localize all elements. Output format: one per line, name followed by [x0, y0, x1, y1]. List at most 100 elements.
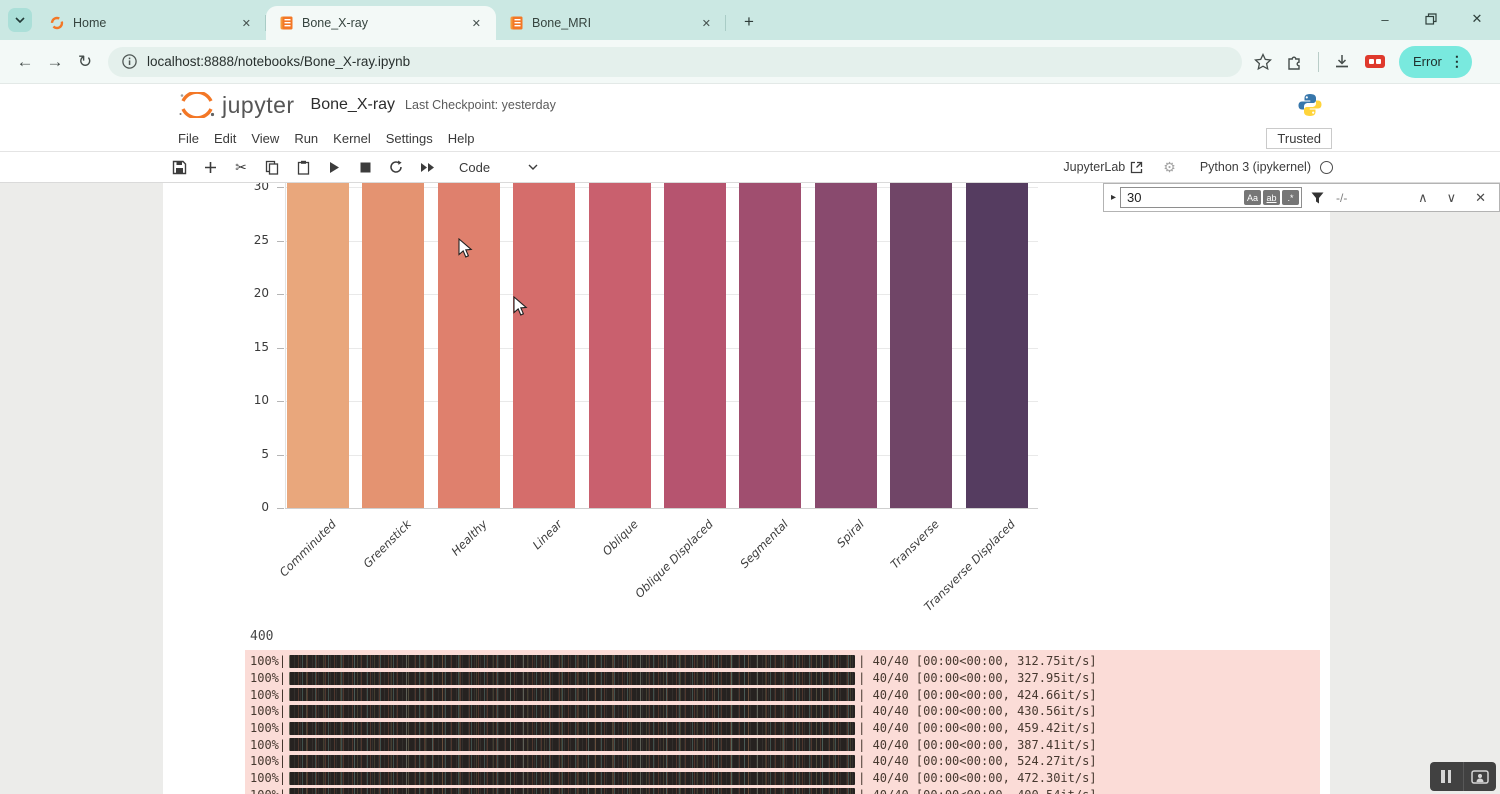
y-tick-label: 5: [229, 447, 269, 461]
bar: [589, 183, 651, 508]
kernel-name[interactable]: Python 3 (ipykernel): [1200, 160, 1311, 174]
progress-detail: | 40/40 [00:00<00:00, 312.75it/s]: [858, 654, 1096, 668]
save-button[interactable]: [170, 158, 188, 176]
menu-run[interactable]: Run: [294, 131, 318, 146]
x-tick-label: Transverse Displaced: [887, 517, 1017, 647]
whole-word-button[interactable]: ab: [1263, 190, 1280, 205]
x-tick-label: Oblique: [510, 517, 640, 647]
forward-button[interactable]: →: [40, 52, 70, 72]
progress-row: 100%|| 40/40 [00:00<00:00, 524.27it/s]: [245, 753, 1320, 770]
trusted-badge[interactable]: Trusted: [1266, 128, 1332, 149]
extension-badge-icon[interactable]: [1365, 55, 1385, 68]
regex-button[interactable]: .*: [1282, 190, 1299, 205]
progress-percent: 100%|: [250, 771, 286, 785]
bar: [287, 183, 349, 508]
tab-close-icon[interactable]: ✕: [467, 15, 486, 32]
mouse-cursor: [513, 296, 528, 317]
restore-button[interactable]: [1408, 0, 1454, 38]
bar: [362, 183, 424, 508]
progress-row: 100%|| 40/40 [00:00<00:00, 327.95it/s]: [245, 670, 1320, 687]
search-box: Aa ab .*: [1120, 187, 1302, 208]
browser-address-bar: ← → ↻ localhost:8888/notebooks/Bone_X-ra…: [0, 40, 1500, 84]
copy-cell-button[interactable]: [263, 158, 281, 176]
window-controls: – ✕: [1362, 0, 1500, 38]
restart-kernel-button[interactable]: [387, 158, 405, 176]
run-all-button[interactable]: [418, 158, 436, 176]
tab-search-button[interactable]: [8, 8, 32, 32]
checkpoint-text: Last Checkpoint: yesterday: [405, 98, 556, 112]
bar: [966, 183, 1028, 508]
x-tick-label: Linear: [435, 517, 565, 647]
paste-cell-button[interactable]: [294, 158, 312, 176]
y-tick-label: 20: [229, 286, 269, 300]
menu-view[interactable]: View: [251, 131, 279, 146]
menu-file[interactable]: File: [178, 131, 199, 146]
tab-bone-xray[interactable]: Bone_X-ray ✕: [266, 6, 496, 40]
reload-button[interactable]: ↻: [70, 52, 100, 72]
menu-help[interactable]: Help: [448, 131, 475, 146]
menu-edit[interactable]: Edit: [214, 131, 236, 146]
chart-output: 051015202530 ComminutedGreenstickHealthy…: [163, 183, 1330, 633]
jupyter-logo-icon: [178, 92, 216, 118]
progress-bar: [289, 788, 855, 794]
progress-bar: [289, 655, 855, 668]
progress-bar: [289, 738, 855, 751]
progress-percent: 100%|: [250, 754, 286, 768]
tab-home[interactable]: Home ✕: [36, 6, 266, 40]
copy-icon: [265, 160, 279, 175]
filter-icon[interactable]: [1311, 192, 1324, 204]
progress-percent: 100%|: [250, 671, 286, 685]
notebook-content-area[interactable]: 051015202530 ComminutedGreenstickHealthy…: [0, 183, 1500, 794]
new-tab-button[interactable]: +: [736, 9, 762, 35]
pause-button[interactable]: [1430, 762, 1464, 791]
next-match-button[interactable]: ∨: [1447, 190, 1457, 206]
notebook-title[interactable]: Bone_X-ray: [311, 96, 396, 114]
jupyterlab-link[interactable]: JupyterLab: [1063, 160, 1125, 174]
plot-area: [285, 183, 1038, 508]
previous-match-button[interactable]: ∧: [1418, 190, 1428, 206]
close-search-button[interactable]: ✕: [1475, 190, 1486, 206]
match-case-button[interactable]: Aa: [1244, 190, 1261, 205]
expand-caret-icon[interactable]: ▸: [1111, 192, 1116, 203]
gear-icon[interactable]: ⚙: [1163, 159, 1176, 176]
bar: [890, 183, 952, 508]
back-button[interactable]: ←: [10, 52, 40, 72]
chevron-down-icon: [15, 17, 25, 23]
paste-icon: [297, 160, 310, 175]
progress-bar: [289, 755, 855, 768]
progress-percent: 100%|: [250, 688, 286, 702]
y-tick-label: 25: [229, 233, 269, 247]
notebook-icon: [280, 16, 293, 30]
cut-cell-button[interactable]: ✂: [232, 158, 250, 176]
run-cell-button[interactable]: [325, 158, 343, 176]
close-window-button[interactable]: ✕: [1454, 0, 1500, 38]
download-icon[interactable]: [1333, 53, 1351, 71]
jupyter-menu-bar: File Edit View Run Kernel Settings Help Trusted: [0, 126, 1500, 152]
minimize-button[interactable]: –: [1362, 0, 1408, 38]
menu-settings[interactable]: Settings: [386, 131, 433, 146]
url-text: localhost:8888/notebooks/Bone_X-ray.ipyn…: [147, 54, 410, 69]
add-cell-button[interactable]: [201, 158, 219, 176]
restore-icon: [1425, 13, 1437, 25]
site-info-icon[interactable]: [122, 54, 137, 69]
x-tick-label: Segmental: [661, 517, 791, 647]
stop-kernel-button[interactable]: [356, 158, 374, 176]
tab-close-icon[interactable]: ✕: [237, 15, 256, 32]
browser-error-menu-button[interactable]: Error ⋮: [1399, 46, 1472, 78]
tab-bone-mri[interactable]: Bone_MRI ✕: [496, 6, 726, 40]
bookmark-star-icon[interactable]: [1254, 53, 1272, 71]
progress-row: 100%|| 40/40 [00:00<00:00, 430.56it/s]: [245, 703, 1320, 720]
cell-type-select[interactable]: Code: [459, 160, 538, 175]
x-axis-line: [285, 508, 1038, 509]
x-tick-label: Healthy: [360, 517, 490, 647]
external-link-icon[interactable]: [1130, 161, 1143, 174]
y-tick-mark: [277, 294, 284, 295]
tab-label: Home: [73, 16, 237, 30]
tab-close-icon[interactable]: ✕: [697, 15, 716, 32]
menu-kernel[interactable]: Kernel: [333, 131, 371, 146]
extensions-icon[interactable]: [1286, 53, 1304, 71]
url-bar[interactable]: localhost:8888/notebooks/Bone_X-ray.ipyn…: [108, 47, 1242, 77]
progress-percent: 100%|: [250, 704, 286, 718]
picture-in-picture-button[interactable]: [1464, 762, 1497, 791]
bar: [739, 183, 801, 508]
